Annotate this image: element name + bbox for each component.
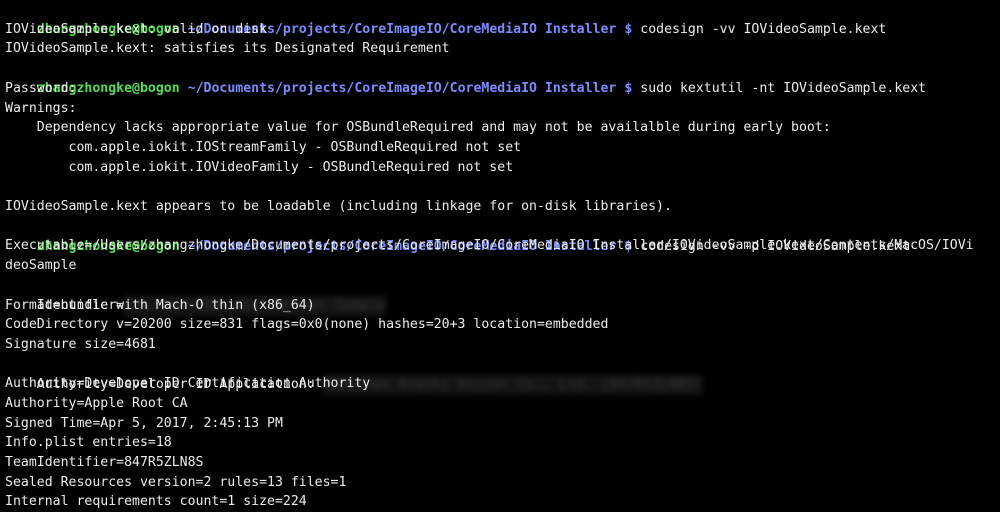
output-line: Warnings: <box>5 100 77 116</box>
prompt-line-3: zhangzhongke@bogon ~/Documents/projects/… <box>5 217 910 254</box>
prompt-symbol: $ <box>624 22 633 37</box>
prompt-line-1: zhangzhongke@bogon ~/Documents/projects/… <box>5 0 887 37</box>
output-line: Sealed Resources version=2 rules=13 file… <box>5 474 347 490</box>
output-line: IOVideoSample.kext: valid on disk <box>5 21 268 37</box>
output-line: Dependency lacks appropriate value for O… <box>5 120 831 136</box>
prompt-line-2: zhangzhongke@bogon ~/Documents/projects/… <box>5 59 926 96</box>
output-line: com.apple.iokit.IOStreamFamily - OSBundl… <box>5 139 522 155</box>
output-line: deoSample <box>5 258 77 274</box>
output-line: Authority=Apple Root CA <box>5 396 188 411</box>
output-line: CodeDirectory v=20200 size=831 flags=0x0… <box>5 317 609 333</box>
redacted-authority: Shenzhen Arashi Vision Co., Ltd. (847R5Z… <box>322 374 703 395</box>
output-line: Signed Time=Apr 5, 2017, 2:45:13 PM <box>5 415 283 431</box>
identifier-line: Identifier=com.inste360.cmio.driver.Samp… <box>5 276 386 316</box>
prompt-path: ~/Documents/projects/CoreImageIO/CoreMed… <box>187 81 617 97</box>
output-line: Executable=/Users/zhangzhongke/Documents… <box>5 238 974 254</box>
authority-application-line: Authority=Developer ID Application: Shen… <box>5 355 703 395</box>
output-line: Signature size=4681 <box>5 336 156 352</box>
output-line: Authority=Developer ID Certification Aut… <box>5 376 371 392</box>
output-line: IOVideoSample.kext: satisfies its Design… <box>5 41 450 57</box>
output-line: Internal requirements count=1 size=224 <box>5 494 307 509</box>
output-line: TeamIdentifier=847R5ZLN8S <box>5 455 204 471</box>
command-text: codesign -vv IOVideoSample.kext <box>640 22 887 37</box>
output-line: Format=bundle with Mach-O thin (x86_64) <box>5 297 315 313</box>
prompt-symbol: $ <box>624 81 633 97</box>
command-text: sudo kextutil -nt IOVideoSample.kext <box>640 81 927 97</box>
terminal-window[interactable]: zhangzhongke@bogon ~/Documents/projects/… <box>0 0 1000 512</box>
output-line: IOVideoSample.kext appears to be loadabl… <box>5 199 672 214</box>
output-line: com.apple.iokit.IOVideoFamily - OSBundle… <box>5 159 514 175</box>
output-line: Info.plist entries=18 <box>5 435 172 451</box>
output-line: Password: <box>5 80 77 96</box>
